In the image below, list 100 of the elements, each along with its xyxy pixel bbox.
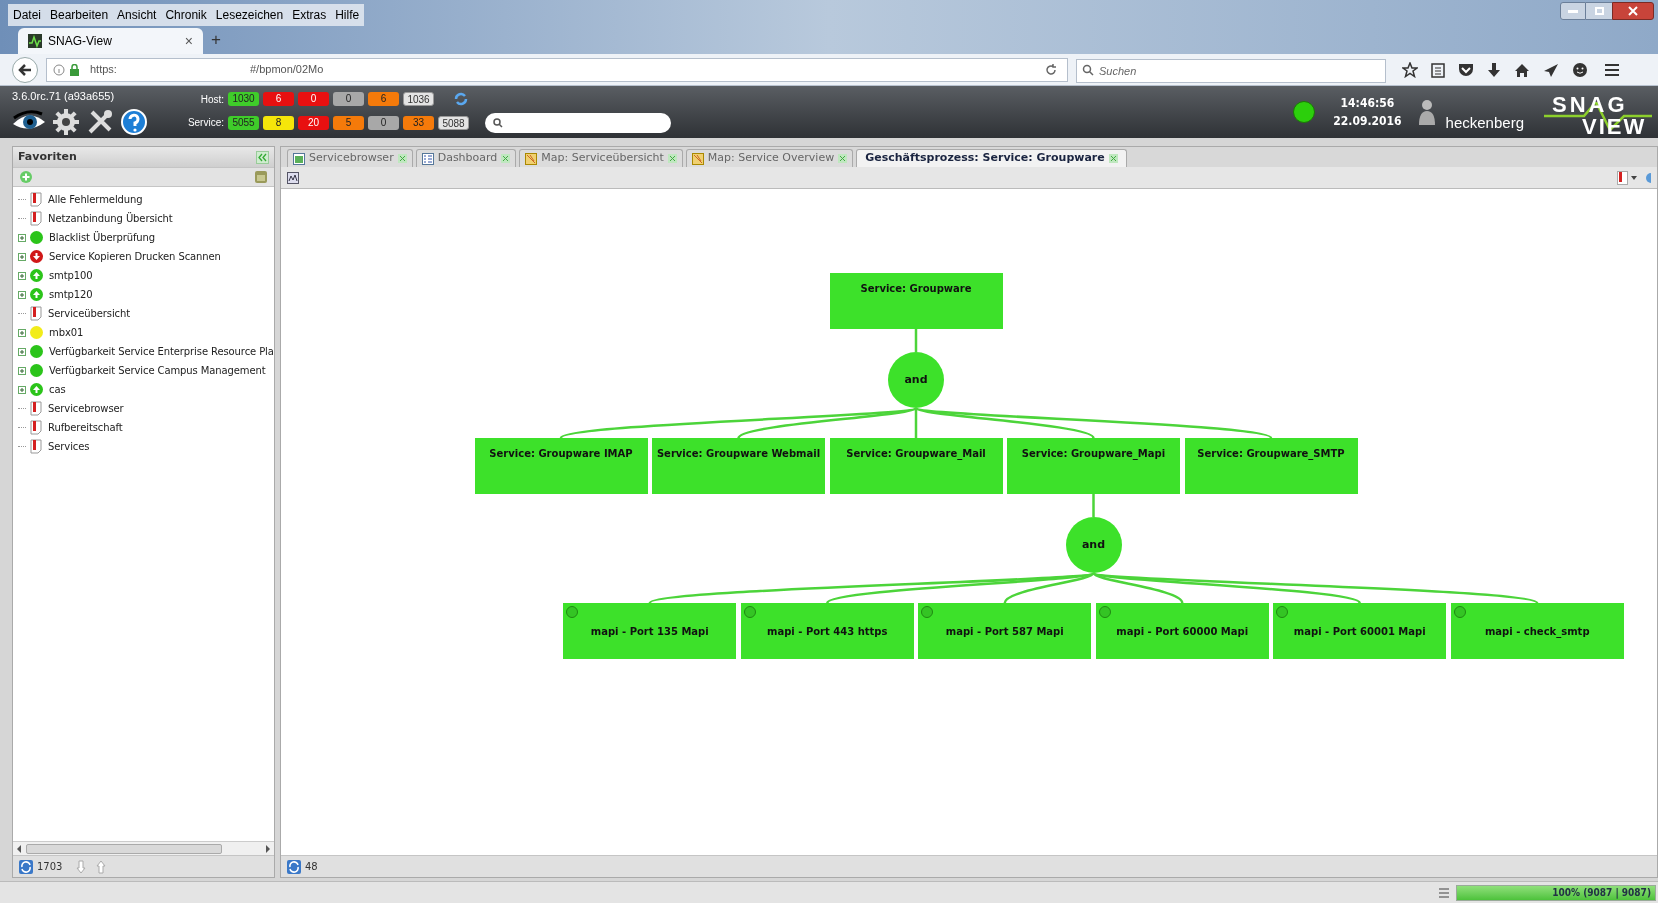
service-node[interactable]: Service: Groupware_SMTP (1184, 438, 1358, 494)
star-icon[interactable] (1402, 61, 1418, 78)
tree-item[interactable]: Servicebrowser (48, 401, 124, 416)
menu-item[interactable]: Bearbeiten (50, 6, 109, 24)
tree-item[interactable]: Services (48, 439, 90, 454)
expand-icon[interactable] (18, 385, 26, 394)
home-icon[interactable] (1514, 62, 1530, 77)
tree-item[interactable]: cas (49, 382, 66, 397)
count-badge[interactable]: 6 (263, 92, 294, 106)
tree-item[interactable]: Serviceübersicht (48, 306, 131, 321)
tab[interactable]: Dashboard (415, 149, 517, 167)
count-badge[interactable]: 0 (333, 92, 364, 106)
minimize-button[interactable] (1560, 2, 1586, 20)
count-badge[interactable]: 1030 (228, 92, 259, 106)
check-node[interactable]: mapi - Port 443 https (740, 603, 914, 659)
expand-icon[interactable] (18, 366, 26, 375)
search-field[interactable] (485, 112, 671, 133)
settings-icon[interactable] (52, 107, 80, 136)
service-node[interactable]: Service: Groupware_Mail (829, 438, 1003, 494)
count-badge[interactable]: 20 (298, 115, 329, 130)
gate-node[interactable]: and (888, 352, 944, 408)
close-icon[interactable] (1612, 2, 1654, 20)
report-icon[interactable] (1617, 170, 1629, 185)
send-icon[interactable] (1543, 62, 1559, 77)
tree-item[interactable]: Alle Fehlermeldung (48, 192, 143, 207)
smiley-icon[interactable] (1572, 61, 1588, 78)
service-node[interactable]: Service: Groupware Webmail (652, 438, 825, 494)
gate-node[interactable]: and (1065, 517, 1122, 573)
tree-item[interactable]: Service Kopieren Drucken Scannen (49, 249, 221, 264)
help-icon[interactable] (120, 107, 148, 136)
menu-item[interactable]: Hilfe (335, 6, 360, 24)
scroll-left-icon[interactable] (16, 844, 22, 853)
menu-item[interactable]: Lesezeichen (215, 6, 284, 24)
count-badge[interactable]: 5 (333, 115, 364, 130)
pocket-icon[interactable] (1458, 62, 1474, 77)
horizontal-scrollbar[interactable] (13, 841, 274, 855)
tree-item[interactable]: Rufbereitschaft (48, 420, 123, 435)
count-badge[interactable]: 0 (368, 115, 399, 130)
check-node[interactable]: mapi - check_smtp (1450, 603, 1624, 659)
expand-icon[interactable] (18, 290, 26, 299)
user-icon[interactable] (1417, 99, 1436, 125)
tree-item[interactable]: smtp120 (49, 287, 93, 302)
report-icon (30, 192, 42, 207)
tab[interactable]: Map: Service Overview (685, 149, 854, 167)
check-node[interactable]: mapi - Port 587 Mapi (918, 603, 1092, 659)
expand-icon[interactable] (18, 271, 26, 280)
close-tab-icon[interactable] (1108, 154, 1118, 163)
count-badge[interactable]: 8 (263, 115, 294, 130)
check-node[interactable]: mapi - Port 60001 Mapi (1273, 603, 1447, 659)
download-icon[interactable] (1487, 61, 1501, 78)
reload-icon[interactable] (1045, 63, 1057, 76)
check-node[interactable]: mapi - Port 60000 Mapi (1095, 603, 1269, 659)
refresh-icon[interactable] (287, 859, 301, 874)
tree-item[interactable]: Verfügbarkeit Service Campus Management (49, 363, 266, 378)
clipboard-icon[interactable] (1431, 61, 1445, 78)
menu-item[interactable]: Chronik (165, 6, 207, 24)
close-tab-button[interactable]: × (184, 30, 193, 52)
status-indicator[interactable] (1293, 101, 1316, 123)
new-tab-button[interactable]: + (211, 26, 221, 52)
maximize-button[interactable] (1586, 2, 1612, 20)
tab[interactable]: Geschäftsprozess: Service: Groupware (856, 149, 1127, 167)
search-field[interactable]: Suchen (1076, 58, 1386, 83)
browser-tab[interactable]: SNAG-View × (18, 28, 203, 54)
collapse-button[interactable] (256, 150, 269, 164)
archive-icon[interactable] (254, 170, 268, 184)
count-badge[interactable]: 33 (403, 115, 434, 130)
service-node[interactable]: Service: Groupware IMAP (474, 438, 648, 494)
menu-item[interactable]: Datei (13, 6, 41, 24)
user-name[interactable]: heckenberg (1445, 111, 1524, 134)
back-button[interactable] (12, 56, 38, 83)
tree-item[interactable]: Verfügbarkeit Service Enterprise Resource Pla (49, 344, 274, 359)
chart-icon[interactable] (287, 171, 299, 184)
expand-icon[interactable] (18, 328, 26, 337)
tools-icon[interactable] (86, 107, 114, 136)
tab[interactable]: Map: Serviceübersicht (519, 149, 683, 167)
menu-item[interactable]: Ansicht (117, 6, 157, 24)
service-node[interactable]: Service: Groupware (829, 273, 1003, 329)
status-icon[interactable] (1645, 170, 1651, 185)
count-badge[interactable]: 1036 (403, 92, 434, 106)
menu-icon[interactable] (1605, 62, 1619, 77)
expand-icon[interactable] (18, 252, 26, 261)
count-badge[interactable]: 6 (368, 92, 399, 106)
tab[interactable]: Servicebrowser (287, 149, 413, 167)
count-badge[interactable]: 5088 (438, 115, 469, 130)
address-field[interactable]: https: #/bpmon/02Mo (46, 57, 1068, 82)
count-badge[interactable]: 0 (298, 92, 329, 106)
count-badge[interactable]: 5055 (228, 115, 259, 130)
expand-icon[interactable] (18, 347, 26, 356)
menu-item[interactable]: Extras (292, 6, 327, 24)
tree-item[interactable]: mbx01 (49, 325, 84, 340)
refresh-icon[interactable] (19, 859, 33, 874)
service-node[interactable]: Service: Groupware_Mapi (1007, 438, 1180, 494)
refresh-icon[interactable] (454, 92, 468, 106)
tree-item[interactable]: Netzanbindung Übersicht (48, 211, 173, 226)
tree-item[interactable]: smtp100 (49, 268, 93, 283)
expand-icon[interactable] (18, 233, 26, 242)
caret-icon[interactable] (1631, 175, 1637, 180)
tree-item[interactable]: Blacklist Überprüfung (49, 230, 156, 245)
check-node[interactable]: mapi - Port 135 Mapi (563, 603, 737, 659)
scroll-right-icon[interactable] (265, 844, 271, 853)
